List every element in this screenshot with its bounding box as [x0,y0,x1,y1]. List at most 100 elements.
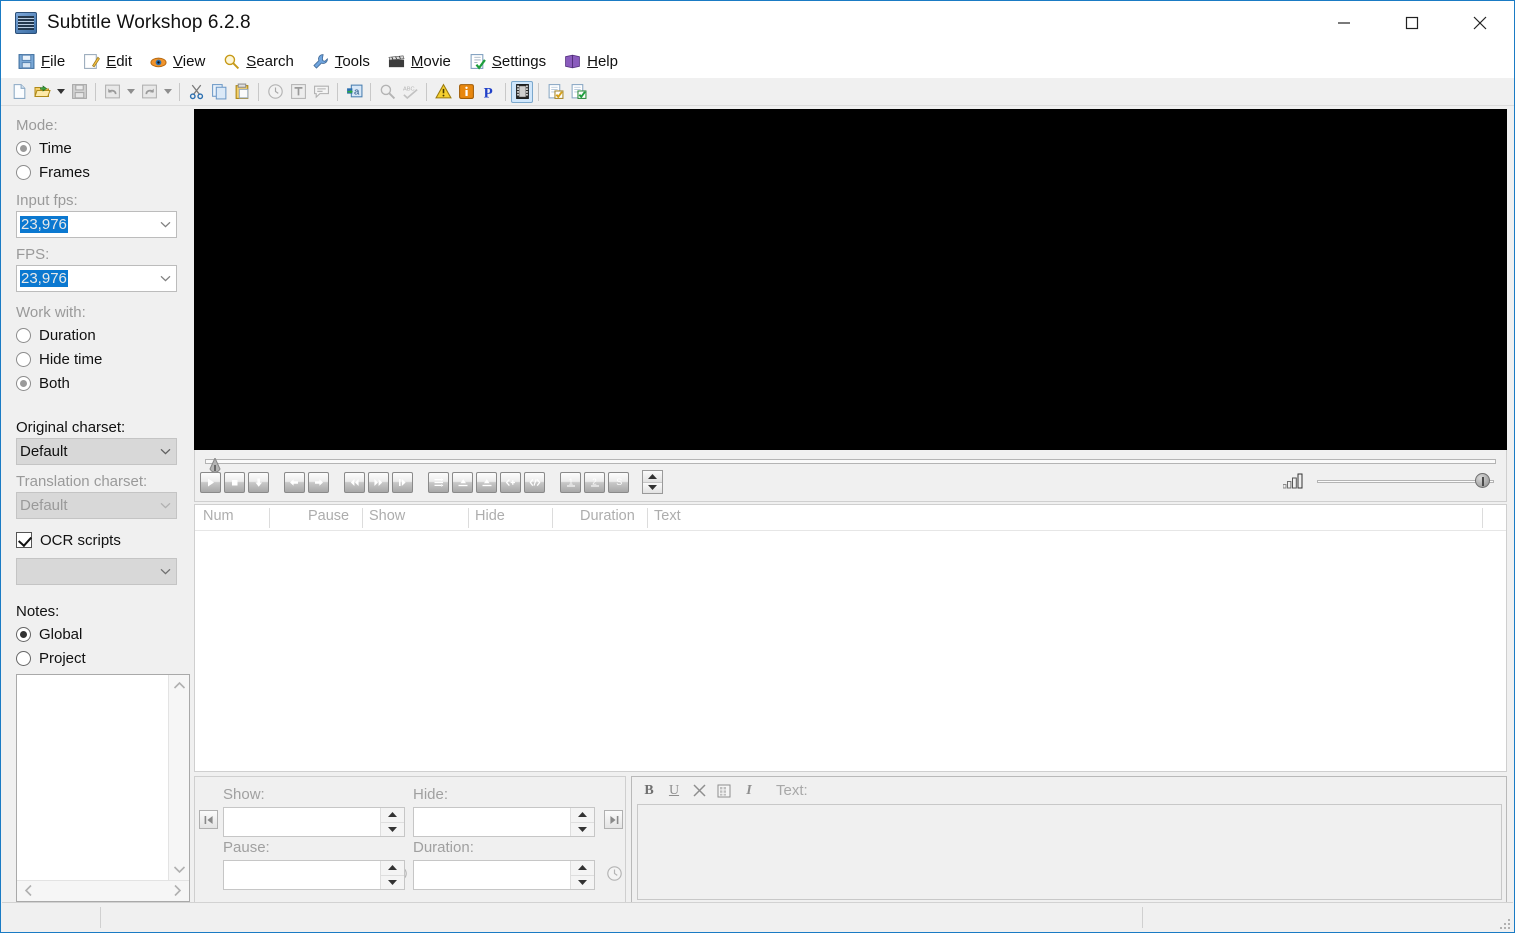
spinner-up-button[interactable] [571,808,594,823]
toolbar-video-preview[interactable] [511,80,533,103]
spinner-down-button[interactable] [381,875,404,889]
toolbar-information[interactable] [455,81,477,103]
bold-icon[interactable]: B [639,781,659,801]
notes-textarea[interactable] [16,674,190,902]
toolbar-errors[interactable] [432,81,454,103]
toolbar-open-dropdown[interactable] [54,81,67,103]
video-step-frame-button[interactable] [392,471,413,493]
column-header-hide[interactable]: Hide [475,508,505,524]
subtitle-text-input[interactable] [637,804,1502,900]
scroll-up-icon[interactable] [170,675,189,696]
spinner-up-button[interactable] [643,471,662,483]
clear-formatting-icon[interactable] [689,781,709,801]
volume-slider[interactable] [1317,472,1494,490]
toolbar-open-file[interactable] [31,81,53,103]
menu-view[interactable]: View [141,49,214,75]
work-with-radio-both[interactable]: Both [16,371,194,395]
font-color-icon[interactable] [714,781,734,801]
video-sync-points-button[interactable]: S [608,471,629,493]
ocr-scripts-checkbox[interactable]: OCR scripts [16,527,194,553]
duration-field[interactable] [413,860,595,890]
work-with-radio-duration[interactable]: Duration [16,323,194,347]
ocr-scripts-combo[interactable] [16,558,177,585]
column-divider[interactable] [468,508,469,528]
minimize-button[interactable] [1310,1,1378,45]
spinner-up-button[interactable] [381,861,404,876]
menu-file[interactable]: File [9,49,74,75]
column-divider[interactable] [1482,508,1483,528]
toolbar-paste[interactable] [231,81,253,103]
video-prev-subtitle-button[interactable] [344,471,365,493]
work-with-radio-hide-time[interactable]: Hide time [16,347,194,371]
fps-combo[interactable]: 23,976 [16,265,177,292]
column-header-num[interactable]: Num [203,508,234,524]
toolbar-translate[interactable]: a [343,81,365,103]
toolbar-cut[interactable] [185,81,207,103]
toolbar-settings-2[interactable] [567,81,589,103]
toolbar-new-file[interactable] [8,81,30,103]
set-hide-from-video-button[interactable] [604,810,623,829]
duration-input[interactable] [414,861,570,889]
hide-time-input[interactable] [414,808,570,836]
show-time-input[interactable] [224,808,380,836]
video-mark-point-2-button[interactable]: 2 [584,471,605,493]
video-next-subtitle-button[interactable] [368,471,389,493]
menu-movie[interactable]: Movie [379,49,460,75]
video-move-subtitle-button[interactable] [428,471,449,493]
spinner-down-button[interactable] [571,875,594,889]
hide-time-spinner[interactable] [570,808,594,836]
subtitle-list-body[interactable] [195,531,1506,771]
maximize-button[interactable] [1378,1,1446,45]
video-mark-point-1-button[interactable]: 1 [560,471,581,493]
volume-thumb[interactable] [1475,473,1490,488]
resize-grip[interactable] [1496,915,1510,929]
column-divider[interactable] [552,508,553,528]
video-start-subtitle-button[interactable] [500,471,521,493]
video-play-button[interactable] [200,471,221,493]
menu-help[interactable]: Help [555,49,627,75]
duration-clock-button[interactable] [604,863,624,883]
video-playback-mark-button[interactable] [248,471,269,493]
toolbar-settings-1[interactable] [544,81,566,103]
menu-edit[interactable]: Edit [74,49,141,75]
playback-speed-spinner[interactable] [642,470,663,494]
notes-horizontal-scrollbar[interactable] [17,880,189,901]
pause-input[interactable] [224,861,380,889]
show-time-spinner[interactable] [380,808,404,836]
toolbar-pascal-script[interactable]: P [478,81,500,103]
show-time-field[interactable] [223,807,405,837]
spinner-down-button[interactable] [643,482,662,493]
spinner-down-button[interactable] [381,822,404,836]
column-header-text[interactable]: Text [654,508,681,524]
subtitle-list[interactable]: Num Pause Show Hide Duration Text [194,504,1507,772]
video-set-show-time-button[interactable] [452,471,473,493]
scroll-left-icon[interactable] [21,880,36,903]
mode-radio-frames[interactable]: Frames [16,160,194,184]
video-forward-button[interactable] [308,471,329,493]
menu-settings[interactable]: Settings [460,49,555,75]
notes-radio-global[interactable]: Global [16,622,194,646]
video-preview-area[interactable] [194,109,1507,450]
spinner-up-button[interactable] [381,808,404,823]
column-divider[interactable] [362,508,363,528]
column-header-pause[interactable]: Pause [308,508,349,524]
scroll-right-icon[interactable] [170,880,185,903]
scroll-down-icon[interactable] [170,859,189,880]
menu-tools[interactable]: Tools [303,49,379,75]
set-show-from-video-button[interactable] [199,810,218,829]
underline-icon[interactable]: U [664,781,684,801]
notes-vertical-scrollbar[interactable] [168,675,189,880]
input-fps-combo[interactable]: 23,976 [16,211,177,238]
italic-icon[interactable]: I [739,781,759,801]
close-button[interactable] [1446,1,1514,45]
duration-spinner[interactable] [570,861,594,889]
spinner-up-button[interactable] [571,861,594,876]
column-header-show[interactable]: Show [369,508,405,524]
video-set-hide-time-button[interactable] [476,471,497,493]
column-header-duration[interactable]: Duration [580,508,635,524]
column-divider[interactable] [269,508,270,528]
video-rewind-button[interactable] [284,471,305,493]
spinner-down-button[interactable] [571,822,594,836]
menu-search[interactable]: Search [214,49,303,75]
pause-spinner[interactable] [380,861,404,889]
